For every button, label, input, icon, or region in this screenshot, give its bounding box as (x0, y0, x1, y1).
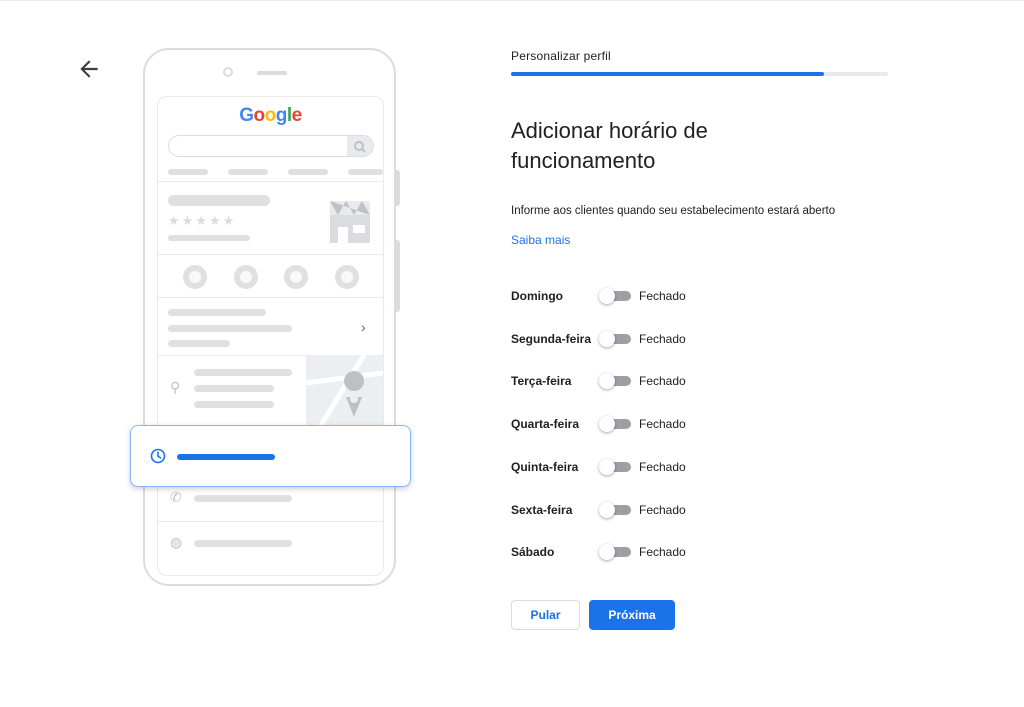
day-status: Fechado (639, 332, 686, 346)
placeholder-bar (168, 235, 250, 241)
placeholder-bar (288, 169, 328, 175)
day-label: Quinta-feira (511, 460, 579, 474)
chevron-right-icon: › (361, 319, 366, 335)
progress-fill (511, 72, 824, 76)
arrow-back-icon (80, 60, 98, 78)
day-label: Terça-feira (511, 374, 572, 388)
day-status: Fechado (639, 374, 686, 388)
website-icon (335, 265, 359, 289)
day-status: Fechado (639, 545, 686, 559)
map-pin-icon (306, 355, 383, 430)
day-status: Fechado (639, 289, 686, 303)
phone-icon (183, 265, 207, 289)
day-status: Fechado (639, 503, 686, 517)
day-toggle[interactable] (599, 502, 633, 518)
phone-icon: ✆ (170, 489, 182, 505)
hours-highlight-card (130, 425, 411, 487)
placeholder-bar (194, 385, 274, 392)
learn-more-link[interactable]: Saiba mais (511, 233, 570, 247)
placeholder-bar (168, 325, 292, 332)
day-label: Segunda-feira (511, 332, 592, 346)
page-title: Adicionar horário de funcionamento (511, 118, 708, 173)
next-button[interactable]: Próxima (589, 600, 675, 630)
clock-icon (150, 448, 166, 464)
divider (158, 521, 383, 522)
phone-camera (223, 67, 233, 77)
day-row-quarta: Quarta-feira Fechado (511, 413, 761, 435)
progress-bar (511, 72, 888, 76)
placeholder-bar (194, 369, 292, 376)
day-label: Sábado (511, 545, 555, 559)
day-status: Fechado (639, 417, 686, 431)
directions-icon (234, 265, 258, 289)
hours-placeholder-bar (177, 454, 275, 460)
day-label: Sexta-feira (511, 503, 573, 517)
day-row-quinta: Quinta-feira Fechado (511, 456, 761, 478)
placeholder-bar (348, 169, 383, 175)
day-row-sexta: Sexta-feira Fechado (511, 499, 761, 521)
phone-screen: Google ★★★★★ › ⚲ ✆ ◍ (157, 96, 384, 576)
day-row-terca: Terça-feira Fechado (511, 370, 761, 392)
day-row-domingo: Domingo Fechado (511, 285, 761, 307)
search-bar-illustration (168, 135, 374, 157)
day-row-sabado: Sábado Fechado (511, 541, 761, 563)
google-logo: Google (239, 105, 302, 126)
phone-side-button (396, 170, 400, 206)
location-icon: ⚲ (170, 379, 181, 395)
placeholder-bar (168, 340, 230, 347)
map-thumbnail (306, 355, 383, 430)
day-label: Domingo (511, 289, 563, 303)
placeholder-bar (228, 169, 268, 175)
phone-speaker (257, 71, 287, 75)
day-status: Fechado (639, 460, 686, 474)
day-toggle[interactable] (599, 544, 633, 560)
divider (158, 254, 383, 255)
placeholder-bar (168, 169, 208, 175)
rating-stars: ★★★★★ (168, 213, 237, 228)
page-description: Informe aos clientes quando seu estabele… (511, 205, 836, 217)
top-divider (0, 0, 1024, 1)
save-icon (284, 265, 308, 289)
placeholder-bar (168, 309, 266, 316)
placeholder-bar (194, 401, 274, 408)
store-icon (330, 201, 370, 243)
placeholder-bar (168, 195, 270, 206)
day-toggle[interactable] (599, 373, 633, 389)
phone-side-button (396, 240, 400, 312)
phone-illustration: Google ★★★★★ › ⚲ ✆ ◍ (143, 48, 400, 586)
day-label: Quarta-feira (511, 417, 580, 431)
globe-icon: ◍ (170, 534, 183, 550)
back-button[interactable] (76, 56, 102, 82)
placeholder-bar (194, 540, 292, 547)
search-icon (354, 141, 366, 153)
day-toggle[interactable] (599, 288, 633, 304)
skip-button[interactable]: Pular (511, 600, 580, 630)
day-toggle[interactable] (599, 331, 633, 347)
day-toggle[interactable] (599, 459, 633, 475)
placeholder-bar (194, 495, 292, 502)
day-row-segunda: Segunda-feira Fechado (511, 328, 761, 350)
divider (158, 181, 383, 182)
divider (158, 297, 383, 298)
step-label: Personalizar perfil (511, 49, 611, 63)
day-toggle[interactable] (599, 416, 633, 432)
